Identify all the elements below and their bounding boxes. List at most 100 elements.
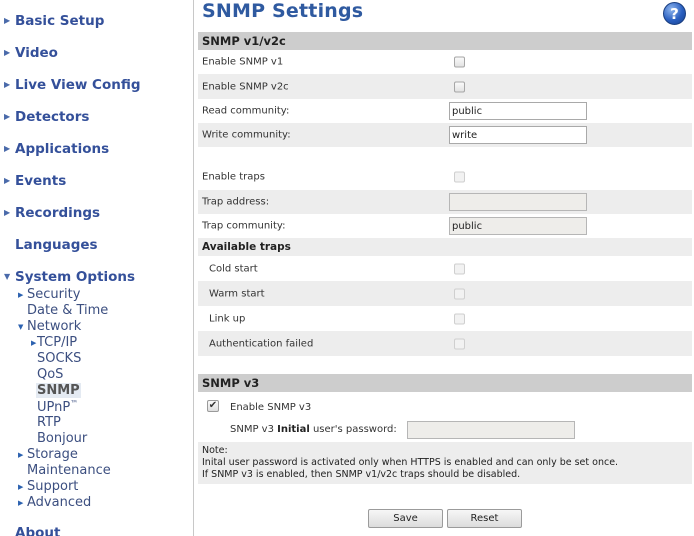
- enable-snmp-v2c-checkbox[interactable]: [454, 81, 465, 92]
- sidebar-nav: ▶ Basic Setup ▶ Video ▶ Live View Config ▶ D…: [0, 0, 194, 536]
- triangle-right-icon: ▶: [4, 112, 11, 121]
- trap-cold-start-label: Cold start: [209, 263, 258, 274]
- enable-traps-row: Enable traps: [198, 165, 692, 189]
- trap-community-row: Trap community:: [198, 214, 692, 238]
- triangle-right-icon: ▶: [4, 16, 11, 25]
- reset-button[interactable]: Reset: [447, 509, 522, 528]
- sidebar-item-label: Basic Setup: [15, 13, 105, 29]
- triangle-right-icon: ▶: [4, 144, 11, 153]
- write-community-label: Write community:: [202, 129, 291, 141]
- note-line-2: If SNMP v3 is enabled, then SNMP v1/v2c …: [202, 469, 521, 480]
- sidebar-item-advanced[interactable]: ▶ Advanced: [18, 495, 91, 510]
- read-community-input[interactable]: [449, 102, 587, 120]
- sidebar-item-label: SOCKS: [37, 351, 82, 366]
- sidebar-item-storage[interactable]: ▶ Storage: [18, 447, 78, 462]
- sidebar-item-label: Applications: [15, 141, 110, 157]
- sidebar-item-label: Security: [27, 287, 81, 302]
- available-traps-label: Available traps: [202, 241, 291, 253]
- sidebar-item-system-options[interactable]: ▼ System Options: [4, 269, 135, 285]
- write-community-input[interactable]: [449, 126, 587, 144]
- trap-warm-start-checkbox[interactable]: [454, 288, 465, 299]
- triangle-right-icon: ▶: [4, 208, 11, 217]
- trap-link-up-label: Link up: [209, 313, 246, 324]
- sidebar-item-label: Bonjour: [37, 431, 88, 446]
- section-header-snmp-v3: SNMP v3: [198, 374, 692, 392]
- write-community-row: Write community:: [198, 123, 692, 147]
- trap-link-up-row: Link up: [198, 306, 692, 331]
- note-title: Note:: [202, 445, 228, 456]
- sidebar-item-label: About: [15, 525, 61, 536]
- enable-snmp-v3-checkbox[interactable]: ✔: [207, 400, 219, 412]
- sidebar-item-recordings[interactable]: ▶ Recordings: [4, 205, 100, 221]
- password-label-bold: Initial: [277, 424, 310, 435]
- help-icon[interactable]: ?: [663, 2, 686, 25]
- trap-address-input[interactable]: [449, 193, 587, 211]
- sidebar-item-live-view-config[interactable]: ▶ Live View Config: [4, 77, 141, 93]
- note-box: Note: Inital user password is activated …: [198, 442, 692, 484]
- sidebar-item-languages[interactable]: Languages: [4, 237, 98, 253]
- sidebar-item-basic-setup[interactable]: ▶ Basic Setup: [4, 13, 104, 29]
- sidebar-item-label: RTP: [37, 415, 61, 430]
- trap-authentication-failed-checkbox[interactable]: [454, 338, 465, 349]
- sidebar-item-label: QoS: [37, 367, 64, 382]
- trap-address-label: Trap address:: [202, 196, 270, 208]
- sidebar-item-bonjour[interactable]: Bonjour: [37, 431, 87, 446]
- enable-traps-checkbox[interactable]: [454, 171, 465, 183]
- sidebar-item-snmp[interactable]: SNMP: [36, 383, 81, 398]
- sidebar-item-label: Video: [15, 45, 58, 61]
- note-line-1: Inital user password is activated only w…: [202, 457, 619, 468]
- sidebar-item-label: System Options: [15, 269, 136, 285]
- triangle-right-icon: ▶: [18, 483, 24, 491]
- sidebar-item-socks[interactable]: SOCKS: [37, 351, 81, 366]
- sidebar-item-label: Recordings: [15, 205, 101, 221]
- password-label-suffix: user's password:: [309, 424, 397, 435]
- sidebar-item-maintenance[interactable]: Maintenance: [27, 463, 111, 478]
- snmp-v3-password-input[interactable]: [407, 421, 575, 439]
- trap-community-input[interactable]: [449, 217, 587, 235]
- trap-community-label: Trap community:: [202, 220, 286, 232]
- read-community-row: Read community:: [198, 99, 692, 123]
- triangle-down-icon: ▼: [4, 272, 11, 281]
- trap-cold-start-row: Cold start: [198, 256, 692, 281]
- available-traps-row: Available traps: [198, 238, 692, 256]
- sidebar-item-detectors[interactable]: ▶ Detectors: [4, 109, 89, 125]
- sidebar-item-events[interactable]: ▶ Events: [4, 173, 66, 189]
- sidebar-item-security[interactable]: ▶ Security: [18, 287, 80, 302]
- password-label-prefix: SNMP v3: [230, 424, 278, 435]
- enable-snmp-v3-label: Enable SNMP v3: [230, 402, 312, 413]
- sidebar-item-about[interactable]: About: [4, 525, 60, 536]
- trap-link-up-checkbox[interactable]: [454, 313, 465, 324]
- sidebar-item-upnp[interactable]: UPnP™: [37, 399, 78, 415]
- sidebar-item-tcp-ip[interactable]: ▶TCP/IP: [31, 335, 77, 350]
- sidebar-item-label: Languages: [15, 237, 98, 253]
- sidebar-item-label: Support: [27, 479, 79, 494]
- trademark-symbol: ™: [70, 399, 79, 408]
- read-community-label: Read community:: [202, 105, 290, 117]
- enable-snmp-v2c-row: Enable SNMP v2c: [198, 74, 692, 99]
- triangle-right-icon: ▶: [18, 499, 24, 507]
- page-title: SNMP Settings: [202, 0, 364, 22]
- trap-warm-start-label: Warm start: [209, 288, 265, 299]
- trap-authentication-failed-label: Authentication failed: [209, 338, 314, 349]
- trap-warm-start-row: Warm start: [198, 281, 692, 306]
- enable-snmp-v1-checkbox[interactable]: [454, 56, 465, 68]
- trap-authentication-failed-row: Authentication failed: [198, 331, 692, 356]
- triangle-down-icon: ▼: [18, 323, 24, 331]
- triangle-right-icon: ▶: [18, 451, 24, 459]
- sidebar-item-video[interactable]: ▶ Video: [4, 45, 58, 61]
- sidebar-item-label: Maintenance: [27, 463, 111, 478]
- triangle-right-icon: ▶: [4, 176, 11, 185]
- section-header-snmp-v1-v2c: SNMP v1/v2c: [198, 32, 692, 50]
- sidebar-item-network[interactable]: ▼ Network: [18, 319, 81, 334]
- triangle-right-icon: ▶: [4, 48, 11, 57]
- save-button[interactable]: Save: [368, 509, 443, 528]
- sidebar-item-label: SNMP: [37, 383, 80, 398]
- sidebar-item-support[interactable]: ▶ Support: [18, 479, 78, 494]
- sidebar-item-qos[interactable]: QoS: [37, 367, 63, 382]
- trap-address-row: Trap address:: [198, 190, 692, 214]
- sidebar-item-date-time[interactable]: Date & Time: [27, 303, 108, 318]
- sidebar-item-label: Live View Config: [15, 77, 141, 93]
- trap-cold-start-checkbox[interactable]: [454, 263, 465, 274]
- sidebar-item-rtp[interactable]: RTP: [37, 415, 61, 430]
- sidebar-item-applications[interactable]: ▶ Applications: [4, 141, 109, 157]
